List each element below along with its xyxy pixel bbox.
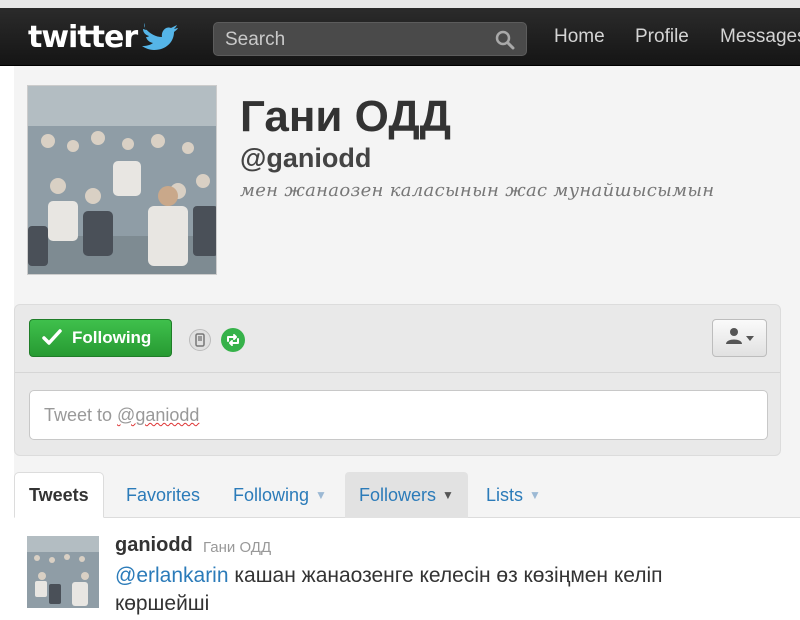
caret-down-icon [746,329,754,347]
profile-bio: мен жанаозен каласынын жас мунайшысымын [240,180,715,201]
following-button[interactable]: Following [29,319,172,357]
tab-favorites[interactable]: Favorites [112,472,214,518]
tab-favorites-label: Favorites [126,484,201,505]
nav-messages-link[interactable]: Messages [720,26,800,52]
top-edge-strip [0,0,800,8]
tab-following-label: Following [233,484,310,505]
tweet-fullname: Гани ОДД [203,539,272,556]
profile-tabs: Tweets Favorites Following ▼ Followers ▼… [14,472,800,518]
checkmark-icon [42,329,62,347]
tab-following[interactable]: Following ▼ [219,472,341,518]
tweet-to-input[interactable]: Tweet to @ganiodd [29,390,768,440]
profile-avatar[interactable] [27,85,217,275]
search-input[interactable]: Search [213,22,527,56]
nav-profile-link[interactable]: Profile [635,26,689,52]
user-actions-dropdown[interactable] [712,319,767,357]
divider [15,372,780,373]
twitter-logo[interactable]: twitter [28,19,179,55]
tweet-to-placeholder: Tweet to [44,405,118,425]
profile-name: Гани ОДД [240,92,452,141]
device-icon[interactable] [189,329,211,351]
tweet-mention-link[interactable]: @erlankarin [115,564,229,587]
tab-lists-label: Lists [486,484,524,505]
tweet-text: @erlankarin кашан жанаозенге келесін өз … [115,562,715,618]
logo-text: twitter [28,19,138,55]
top-navigation-bar: twitter Search Home Profile Messages [0,8,800,66]
person-icon [725,327,743,350]
following-button-label: Following [72,328,152,347]
retweet-icon[interactable] [221,328,245,352]
twitter-bird-icon [141,22,179,52]
tab-lists[interactable]: Lists ▼ [472,472,555,518]
search-placeholder: Search [225,29,286,50]
tweet-list-item: ganiodd Гани ОДД @erlankarin кашан жанао… [14,518,800,620]
profile-handle: @ganiodd [240,143,372,173]
tab-tweets-label: Tweets [29,484,89,505]
tweet-username[interactable]: ganiodd [115,534,193,557]
tab-tweets[interactable]: Tweets [14,472,104,518]
tab-followers[interactable]: Followers ▼ [345,472,468,518]
tweet-avatar[interactable] [27,536,99,608]
tweet-to-placeholder-handle: @ganiodd [117,405,200,425]
tab-followers-label: Followers [359,484,437,505]
caret-down-icon: ▼ [315,488,327,502]
nav-home-link[interactable]: Home [554,26,605,52]
caret-down-icon: ▼ [442,488,454,502]
profile-action-panel: Following Tweet to @ganiodd [14,304,781,456]
search-icon[interactable] [494,29,516,57]
caret-down-icon: ▼ [529,488,541,502]
